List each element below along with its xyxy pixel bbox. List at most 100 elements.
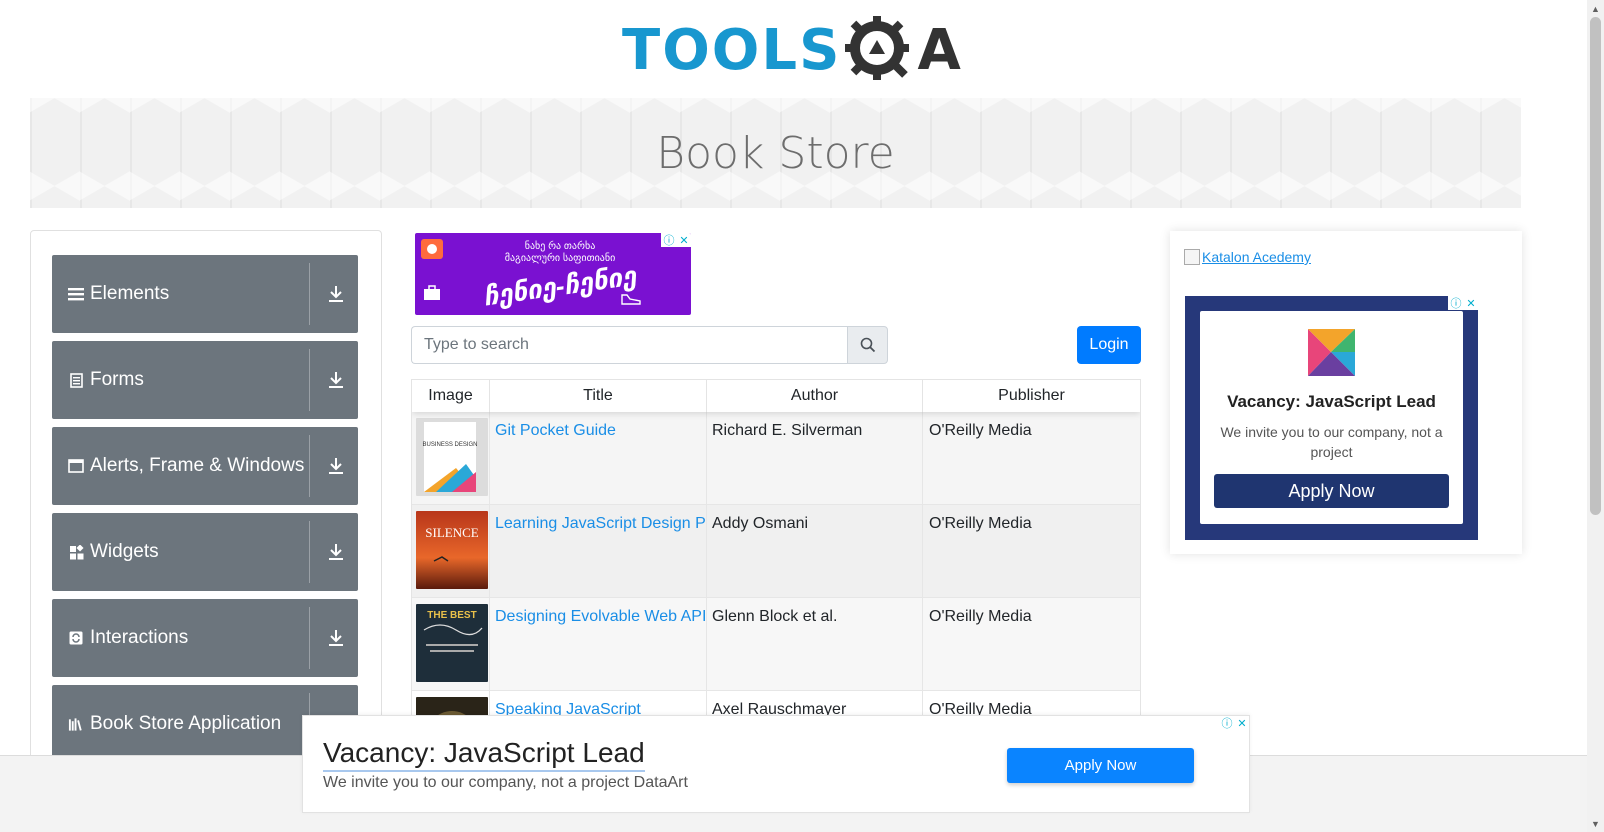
bottom-ad-subtitle: We invite you to our company, not a proj… — [323, 774, 688, 791]
download-arrow-icon[interactable] — [324, 285, 348, 303]
download-arrow-icon[interactable] — [324, 371, 348, 389]
book-title-cell: Git Pocket Guide — [490, 412, 707, 504]
window-icon — [68, 458, 84, 474]
table-header: Image Title Author Publisher — [412, 380, 1140, 412]
brand-logo-icon — [421, 239, 443, 259]
book-title-link[interactable]: Learning JavaScript Design Patterns — [495, 515, 706, 532]
menu-group-forms[interactable]: Forms — [52, 341, 358, 419]
bottom-sticky-ad[interactable]: ⓘ ✕ Vacancy: JavaScript Lead We invite yo… — [302, 715, 1250, 813]
book-cover-cell: THE BEST — [412, 598, 490, 690]
right-ad-panel: Katalon Acedemy ⓘ ✕ Vacancy: JavaScript L… — [1170, 231, 1522, 554]
menu-group-alerts-frame-windows[interactable]: Alerts, Frame & Windows — [52, 427, 358, 505]
menu-divider — [309, 521, 310, 583]
menu-group-label: Elements — [90, 283, 170, 304]
cover-text: BUSINESS DESIGN — [422, 442, 477, 448]
menu-divider — [309, 435, 310, 497]
column-header-publisher[interactable]: Publisher — [923, 380, 1140, 412]
download-arrow-icon[interactable] — [324, 457, 348, 475]
book-cover-cell: BUSINESS DESIGN — [412, 412, 490, 504]
page-title: Book Store — [656, 127, 895, 179]
search-button[interactable] — [847, 326, 888, 364]
close-icon[interactable]: ✕ — [1237, 717, 1246, 730]
book-cover-image: SILENCE — [416, 511, 488, 589]
book-author: Richard E. Silverman — [707, 412, 923, 504]
bottom-ad-title[interactable]: Vacancy: JavaScript Lead — [323, 736, 645, 772]
page-banner: Book Store — [30, 98, 1521, 208]
table-row: THE BEST Designing Evolvable Web APIs wi… — [412, 598, 1140, 691]
info-icon[interactable]: ⓘ — [1450, 295, 1461, 311]
dataart-logo-icon — [1308, 329, 1355, 376]
menu-group-label: Forms — [90, 369, 144, 390]
scroll-down-arrow-icon[interactable]: ▼ — [1587, 815, 1604, 832]
book-title-link[interactable]: Git Pocket Guide — [495, 422, 616, 439]
scrollbar-thumb[interactable] — [1590, 17, 1601, 515]
column-header-title[interactable]: Title — [490, 380, 707, 412]
search-icon — [860, 337, 875, 353]
books-icon — [68, 716, 84, 732]
download-arrow-icon[interactable] — [324, 629, 348, 647]
menu-divider — [309, 349, 310, 411]
top-ad-headline: ჩენიე-ჩენიე — [481, 260, 639, 312]
logo-qa: A — [843, 14, 961, 88]
book-author: Glenn Block et al. — [707, 598, 923, 690]
top-advertisement[interactable]: ნახე რა თარხა მაგიალური საფითიანი ჩენიე-… — [415, 233, 691, 315]
top-ad-text: ნახე რა თარხა მაგიალური საფითიანი ჩენიე-… — [475, 241, 645, 312]
apply-now-button[interactable]: Apply Now — [1214, 474, 1449, 508]
close-icon[interactable]: ✕ — [679, 234, 688, 247]
logo-text: TOOLS — [622, 18, 842, 83]
book-cover-cell: SILENCE — [412, 505, 490, 597]
menu-group-widgets[interactable]: Widgets — [52, 513, 358, 591]
menu-group-label: Widgets — [90, 541, 159, 562]
cover-text: SILENCE — [425, 525, 479, 540]
dataart-ad[interactable]: ⓘ ✕ Vacancy: JavaScript Lead We invite yo… — [1185, 296, 1478, 540]
cover-text: THE BEST — [427, 610, 476, 621]
menu-divider — [309, 263, 310, 325]
book-title-cell: Learning JavaScript Design Patterns — [490, 505, 707, 597]
book-cover-image: THE BEST — [416, 604, 488, 682]
book-cover-image: BUSINESS DESIGN — [416, 418, 488, 496]
ad-choices-badge[interactable]: ⓘ ✕ — [1219, 716, 1249, 730]
gear-magnifier-icon — [845, 16, 910, 80]
ad-choices-badge[interactable]: ⓘ ✕ — [1448, 296, 1478, 310]
interactions-icon — [68, 630, 84, 646]
menu-group-label: Alerts, Frame & Windows — [90, 455, 305, 476]
search-input[interactable] — [411, 326, 847, 364]
hamburger-icon — [68, 286, 84, 302]
page-scrollbar[interactable]: ▲ ▼ — [1587, 0, 1604, 832]
broken-image-icon — [1184, 249, 1200, 265]
katalon-academy-link[interactable]: Katalon Acedemy — [1184, 249, 1311, 265]
book-publisher: O'Reilly Media — [929, 422, 1032, 439]
menu-group-interactions[interactable]: Interactions — [52, 599, 358, 677]
book-title-cell: Designing Evolvable Web APIs with ASP.NE… — [490, 598, 707, 690]
login-button[interactable]: Login — [1077, 326, 1141, 364]
info-icon[interactable]: ⓘ — [663, 233, 674, 248]
menu-group-elements[interactable]: Elements — [52, 255, 358, 333]
table-row: BUSINESS DESIGN Git Pocket Guide Richard… — [412, 412, 1140, 505]
dataart-ad-card: Vacancy: JavaScript Lead We invite you t… — [1200, 311, 1463, 524]
books-table: Image Title Author Publisher BUSINESS DE… — [411, 379, 1141, 719]
table-row: SILENCE Learning JavaScript Design Patte… — [412, 505, 1140, 598]
column-header-image[interactable]: Image — [412, 380, 490, 412]
menu-divider — [309, 607, 310, 669]
column-header-author[interactable]: Author — [707, 380, 923, 412]
logo-letter-a: A — [917, 18, 961, 83]
widgets-icon — [68, 544, 84, 560]
apply-now-button[interactable]: Apply Now — [1007, 748, 1194, 783]
search-box — [411, 326, 888, 364]
ad-title: Vacancy: JavaScript Lead — [1227, 392, 1436, 411]
left-menu-panel: Elements Forms Alerts, Frame & Windows W… — [30, 230, 382, 790]
toolsqa-logo[interactable]: TOOLS A — [622, 14, 961, 88]
info-icon[interactable]: ⓘ — [1221, 715, 1232, 731]
sneaker-icon — [621, 294, 641, 305]
document-icon — [68, 372, 84, 388]
book-publisher: O'Reilly Media — [929, 608, 1032, 625]
bag-icon — [424, 285, 440, 300]
close-icon[interactable]: ✕ — [1466, 297, 1475, 310]
scroll-up-arrow-icon[interactable]: ▲ — [1587, 0, 1604, 17]
book-author: Addy Osmani — [707, 505, 923, 597]
download-arrow-icon[interactable] — [324, 543, 348, 561]
ad-choices-badge[interactable]: ⓘ ✕ — [661, 233, 691, 247]
book-title-link[interactable]: Designing Evolvable Web APIs with ASP.NE… — [495, 608, 706, 625]
ad-subtitle: We invite you to our company, not a proj… — [1220, 424, 1443, 460]
katalon-link-text: Katalon Acedemy — [1202, 249, 1311, 265]
